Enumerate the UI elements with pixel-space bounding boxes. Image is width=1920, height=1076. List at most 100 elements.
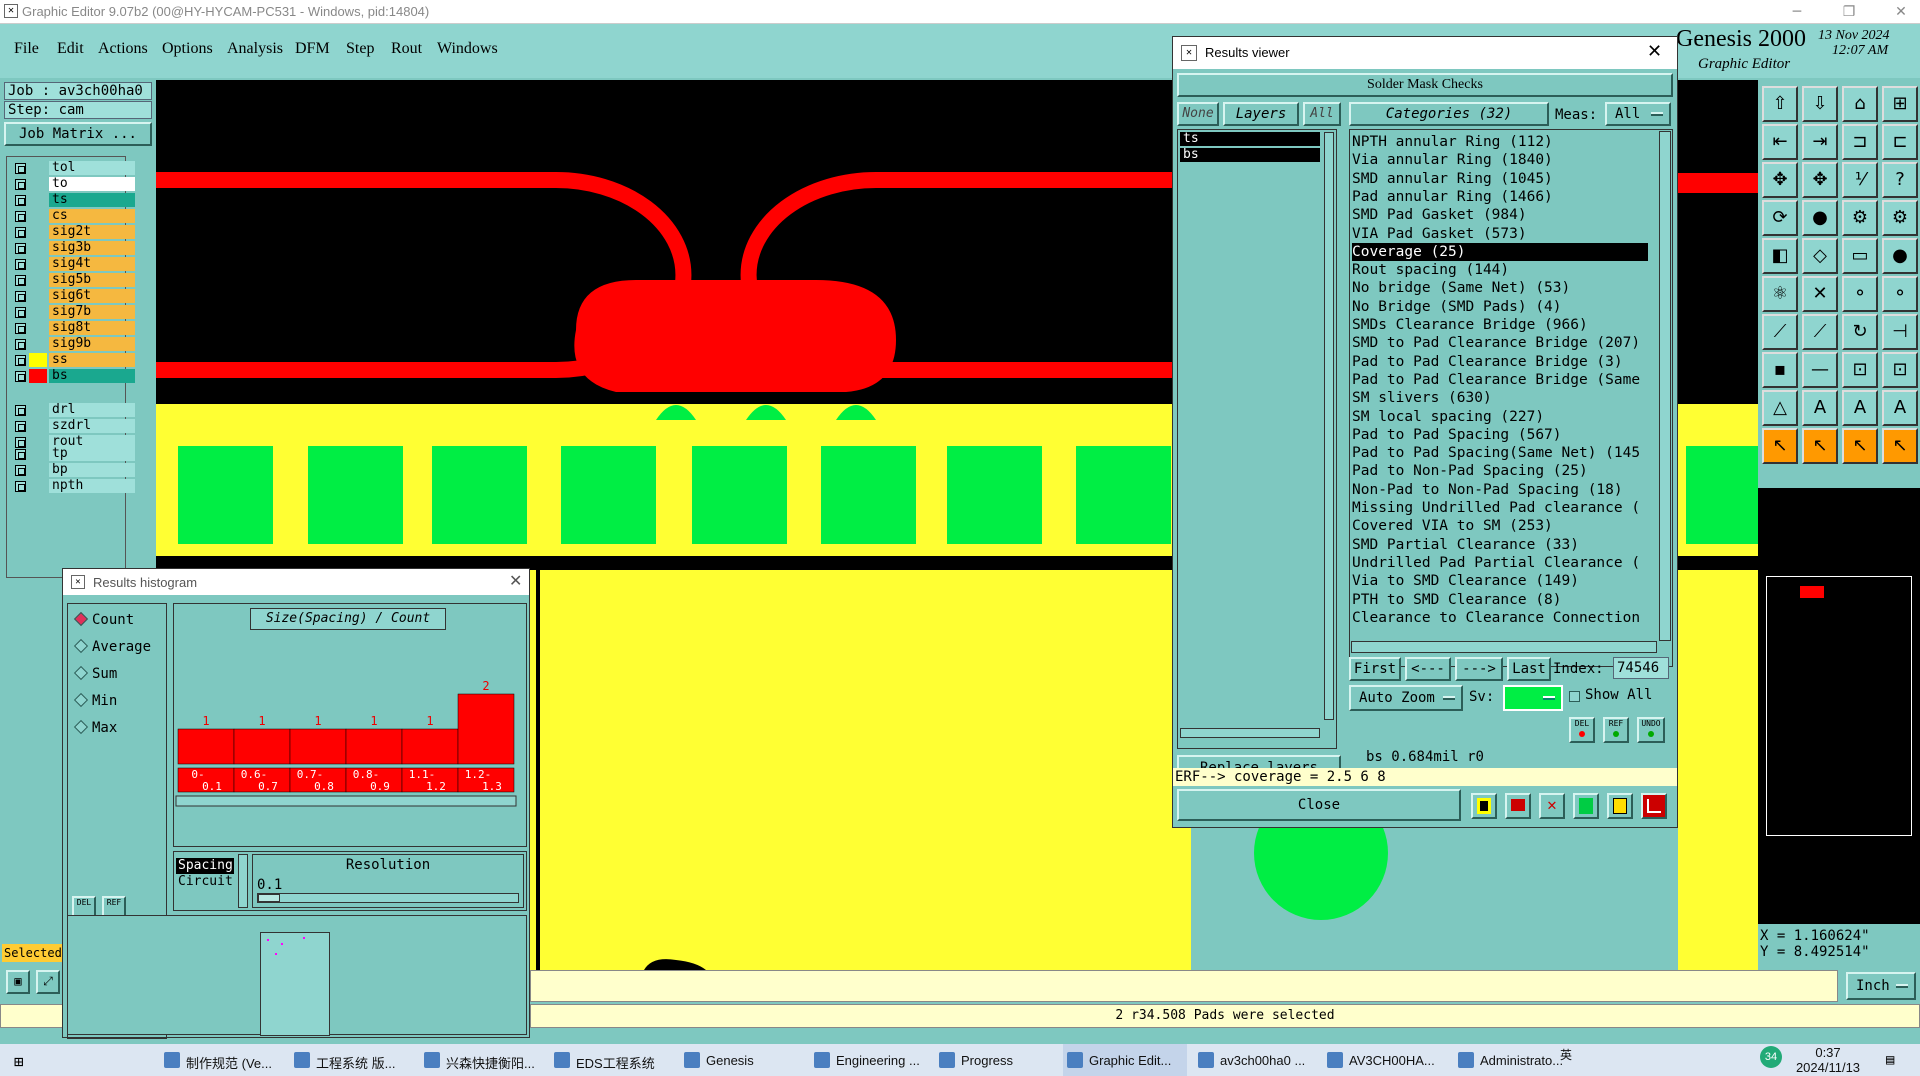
layer-item-ts[interactable]: ts xyxy=(1180,132,1320,146)
layer-visibility-checkbox[interactable] xyxy=(15,465,26,476)
layer-row-to[interactable]: to xyxy=(13,177,135,192)
list-circuit[interactable]: Circuit xyxy=(176,874,234,890)
mode-radio-icon[interactable] xyxy=(73,692,89,708)
minimize-icon[interactable]: ─ xyxy=(1782,2,1812,22)
category-item[interactable]: SM slivers (630) xyxy=(1352,389,1648,407)
list-scrollbar[interactable] xyxy=(238,854,248,908)
layer-visibility-checkbox[interactable] xyxy=(15,179,26,190)
units-dropdown[interactable]: Inch xyxy=(1846,972,1916,1000)
layer-row-drl[interactable]: drl xyxy=(13,403,135,418)
tool-icon-6[interactable]: ⊐ xyxy=(1842,124,1878,160)
category-item[interactable]: Pad to Pad Clearance Bridge (Same xyxy=(1352,371,1648,389)
histogram-bar[interactable] xyxy=(233,728,291,765)
next-button[interactable]: ---> xyxy=(1455,657,1503,681)
layer-item-bs[interactable]: bs xyxy=(1180,148,1320,162)
category-item[interactable]: SMDs Clearance Bridge (966) xyxy=(1352,316,1648,334)
layer-visibility-checkbox[interactable] xyxy=(15,339,26,350)
taskbar-item[interactable]: Engineering ... xyxy=(810,1044,934,1076)
tool-icon-25[interactable]: ⟋ xyxy=(1802,314,1838,350)
remove-icon[interactable]: ✕ xyxy=(1539,793,1565,819)
tab-layers[interactable]: Layers xyxy=(1223,102,1299,126)
tool-icon-32[interactable]: △ xyxy=(1762,390,1798,426)
close-histogram-icon[interactable]: ✕ xyxy=(509,571,522,591)
mode-radio-icon[interactable] xyxy=(73,611,89,627)
tool-icon-3[interactable]: ⊞ xyxy=(1882,86,1918,122)
menu-edit[interactable]: Edit xyxy=(57,40,84,58)
chart-hscrollbar[interactable] xyxy=(175,795,517,807)
menu-file[interactable]: File xyxy=(14,40,39,58)
category-item[interactable]: NPTH annular Ring (112) xyxy=(1352,133,1648,151)
tool-icon-1[interactable]: ⇩ xyxy=(1802,86,1838,122)
tool-icon-26[interactable]: ↻ xyxy=(1842,314,1878,350)
zoom-home-icon[interactable]: ▣ xyxy=(6,970,30,994)
layer-row-ss[interactable]: ss xyxy=(13,353,135,368)
del-button[interactable]: DEL xyxy=(1569,717,1595,743)
tool-icon-34[interactable]: A xyxy=(1842,390,1878,426)
tool-icon-37[interactable]: ↖ xyxy=(1802,428,1838,464)
layer-visibility-checkbox[interactable] xyxy=(15,163,26,174)
category-item[interactable]: Missing Undrilled Pad clearance ( xyxy=(1352,499,1648,517)
category-item[interactable]: Via to SMD Clearance (149) xyxy=(1352,572,1648,590)
tool-icon-23[interactable]: ⚬ xyxy=(1882,276,1918,312)
tool-icon-11[interactable]: ? xyxy=(1882,162,1918,198)
tab-all[interactable]: All xyxy=(1303,102,1341,126)
tool-icon-0[interactable]: ⇧ xyxy=(1762,86,1798,122)
ref-button[interactable]: REF xyxy=(1603,717,1629,743)
last-button[interactable]: Last xyxy=(1507,657,1551,681)
category-item[interactable]: Rout spacing (144) xyxy=(1352,261,1648,279)
mode-radio-icon[interactable] xyxy=(73,638,89,654)
category-scrollbar[interactable] xyxy=(1659,131,1671,641)
layer-visibility-checkbox[interactable] xyxy=(15,275,26,286)
layer-row-tp[interactable]: tp xyxy=(13,447,135,462)
taskbar-item[interactable]: 工程系统 版... xyxy=(290,1044,414,1076)
layer-row-bp[interactable]: bp xyxy=(13,463,135,478)
layer-visibility-checkbox[interactable] xyxy=(15,307,26,318)
layer-row-sig8t[interactable]: sig8t xyxy=(13,321,135,336)
notification-icon[interactable]: ▤ xyxy=(1886,1052,1894,1068)
tool-icon-31[interactable]: ⊡ xyxy=(1882,352,1918,388)
tool-icon-38[interactable]: ↖ xyxy=(1842,428,1878,464)
layer-row-bs[interactable]: bs xyxy=(13,369,135,384)
tab-none[interactable]: None xyxy=(1177,102,1219,126)
list-spacing[interactable]: Spacing xyxy=(176,858,234,874)
histogram-icon[interactable] xyxy=(1641,793,1667,819)
category-item[interactable]: Undrilled Pad Partial Clearance ( xyxy=(1352,554,1648,572)
menu-actions[interactable]: Actions xyxy=(98,40,148,58)
tool-icon-4[interactable]: ⇤ xyxy=(1762,124,1798,160)
tool-icon-22[interactable]: ⚬ xyxy=(1842,276,1878,312)
tool-icon-35[interactable]: A xyxy=(1882,390,1918,426)
show-all-checkbox[interactable] xyxy=(1569,691,1580,702)
mode-radio-icon[interactable] xyxy=(73,719,89,735)
taskbar-item[interactable]: 兴森快捷衡阳... xyxy=(420,1044,544,1076)
layer-row-szdrl[interactable]: szdrl xyxy=(13,419,135,434)
layer-row-sig3b[interactable]: sig3b xyxy=(13,241,135,256)
taskbar-item[interactable]: 制作规范 (Ve... xyxy=(160,1044,284,1076)
tool-icon-21[interactable]: ✕ xyxy=(1802,276,1838,312)
layer-visibility-checkbox[interactable] xyxy=(15,227,26,238)
restore-icon[interactable]: ❐ xyxy=(1834,2,1864,22)
category-item[interactable]: Non-Pad to Non-Pad Spacing (18) xyxy=(1352,481,1648,499)
overview-frame[interactable] xyxy=(1766,576,1912,836)
layer-row-sig2t[interactable]: sig2t xyxy=(13,225,135,240)
tool-icon-20[interactable]: ⚛ xyxy=(1762,276,1798,312)
tool-icon-2[interactable]: ⌂ xyxy=(1842,86,1878,122)
category-item[interactable]: Pad to Non-Pad Spacing (25) xyxy=(1352,462,1648,480)
taskbar-item[interactable]: EDS工程系统 xyxy=(550,1044,674,1076)
layer-visibility-checkbox[interactable] xyxy=(15,355,26,366)
mode-count[interactable]: Count xyxy=(73,610,164,630)
tool-icon-10[interactable]: ⅟ xyxy=(1842,162,1878,198)
mode-sum[interactable]: Sum xyxy=(73,664,164,684)
sv-color-dropdown[interactable] xyxy=(1503,685,1563,711)
category-item[interactable]: Pad annular Ring (1466) xyxy=(1352,188,1648,206)
layer-visibility-checkbox[interactable] xyxy=(15,449,26,460)
tool-icon-15[interactable]: ⚙ xyxy=(1882,200,1918,236)
job-matrix-button[interactable]: Job Matrix ... xyxy=(4,122,152,146)
menu-dfm[interactable]: DFM xyxy=(295,40,330,58)
index-input[interactable]: 74546 xyxy=(1613,657,1669,679)
category-item[interactable]: Coverage (25) xyxy=(1352,242,1648,261)
taskbar-item[interactable]: Genesis xyxy=(680,1044,804,1076)
category-item[interactable]: SMD to Pad Clearance Bridge (207) xyxy=(1352,334,1648,352)
tool-icon-36[interactable]: ↖ xyxy=(1762,428,1798,464)
category-item[interactable]: Via annular Ring (1840) xyxy=(1352,151,1648,169)
menu-rout[interactable]: Rout xyxy=(391,40,422,58)
